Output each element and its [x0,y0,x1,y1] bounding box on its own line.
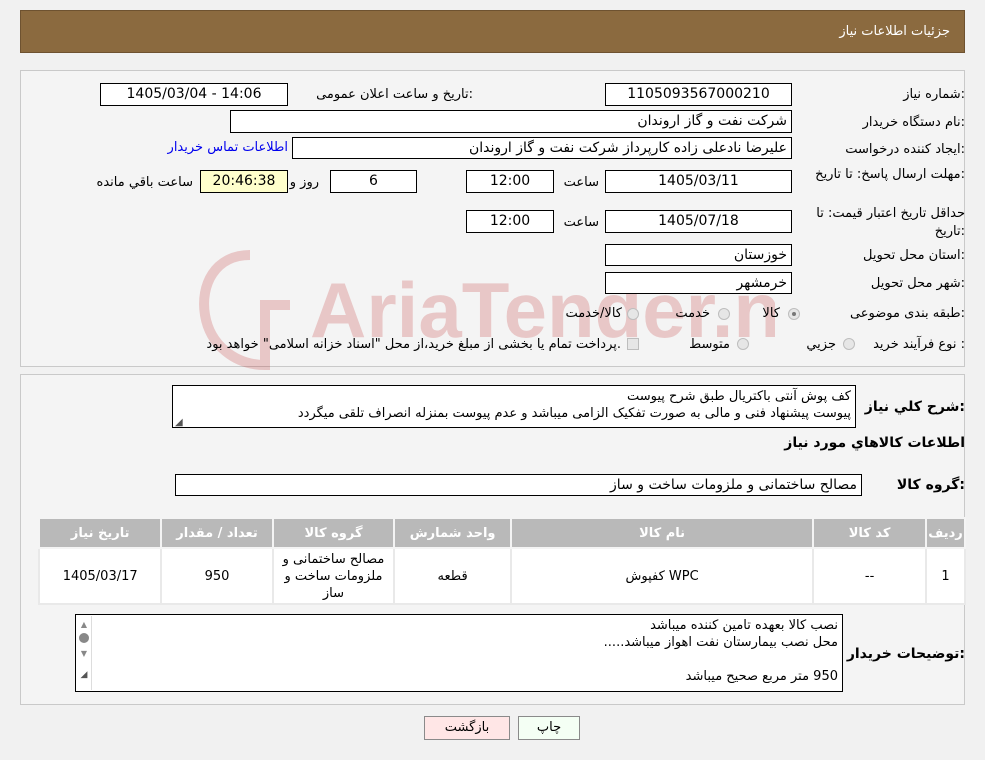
category-service-radio[interactable] [718,308,730,320]
need-number-label: شماره نیاز: [903,87,965,102]
announce-datetime-label: تاریخ و ساعت اعلان عمومی: [316,87,473,102]
buyer-notes-scrollbar[interactable]: ▲ ▼ ◢ [77,616,92,690]
col-need-date: تاريخ نياز [37,517,163,549]
days-remaining-field: 6 [330,170,417,193]
category-goods-service-label: کالا/خدمت [565,306,622,321]
col-goods-code: كد كالا [812,517,927,549]
cell-quantity: 950 [160,547,274,605]
resize-grip-icon[interactable]: ◢ [175,417,183,428]
deadline-label: مهلت ارسال پاسخ: تا تاریخ: [815,167,965,182]
buyer-notes-textarea: نصب کالا بعهده تامین کننده میباشد محل نص… [75,614,843,692]
scroll-thumb[interactable] [79,633,89,643]
treasury-payment-checkbox[interactable] [627,338,639,350]
creator-label: ایجاد کننده درخواست: [845,142,965,157]
buyer-notes-line: محل نصب بیمارستان نفت اهواز میباشد..... [603,635,838,650]
col-unit: واحد شمارش [393,517,512,549]
summary-label: شرح كلي نياز: [864,399,965,415]
city-label: شهر محل تحویل: [870,276,965,291]
buyer-notes-line: نصب کالا بعهده تامین کننده میباشد [650,618,838,633]
province-label: استان محل تحویل: [863,248,965,263]
goods-section-title: اطلاعات كالاهاي مورد نياز [784,435,965,451]
resize-grip-icon[interactable]: ◢ [77,670,91,680]
cell-goods-name: کفپوش WPC [509,547,815,605]
print-button[interactable]: چاپ [518,716,580,740]
cell-goods-group: مصالح ساختمانی و ملزومات ساخت و ساز [271,547,396,605]
col-goods-group: گروه كالا [271,517,396,549]
goods-group-field: مصالح ساختمانی و ملزومات ساخت و ساز [175,474,862,496]
process-medium-label: متوسط [689,337,730,352]
price-validity-time-label: ساعت [563,215,599,230]
goods-group-label: گروه كالا: [896,477,965,493]
buyer-contact-link[interactable]: اطلاعات تماس خریدار [168,140,288,155]
col-row: رديف [924,517,967,549]
days-label: روز و [289,175,319,190]
buyer-notes-line [96,651,838,668]
back-button[interactable]: بازگشت [424,716,510,740]
price-validity-label: حداقل تاریخ اعتبار قیمت: تا تاریخ: [816,206,965,239]
category-label: طبقه بندی موضوعی: [849,306,965,321]
time-remaining-label: ساعت باقي مانده [96,175,193,190]
scroll-up-icon[interactable]: ▲ [77,620,91,629]
summary-line: پیوست پیشنهاد فنی و مالی به صورت تفکیک ا… [297,406,851,421]
goods-table-header: تاريخ نياز تعداد / مقدار گروه كالا واحد … [37,517,967,549]
page-header: جزئیات اطلاعات نیاز [20,10,965,53]
summary-textarea: کف پوش آنتی باکتریال طبق شرح پیوست پیوست… [172,385,856,428]
goods-table: تاريخ نياز تعداد / مقدار گروه كالا واحد … [37,517,967,605]
treasury-payment-note: پرداخت تمام یا بخشی از مبلغ خرید،از محل … [206,337,621,352]
deadline-time-label: ساعت [563,175,599,190]
deadline-date-field: 1405/03/11 [605,170,792,193]
buyer-notes-line: 950 متر مربع صحیح میباشد [685,669,838,684]
buyer-org-label: نام دستگاه خریدار: [862,115,965,130]
process-minor-label: جزيي [806,337,836,352]
province-field: خوزستان [605,244,792,266]
creator-field: علیرضا نادعلی زاده کارپرداز شرکت نفت و گ… [292,137,792,159]
table-row: 1405/03/17 950 مصالح ساختمانی و ملزومات … [37,547,967,605]
scroll-down-icon[interactable]: ▼ [77,649,91,658]
process-type-label: نوع فرآیند خرید : [873,337,965,352]
price-validity-time-field: 12:00 [466,210,554,233]
process-medium-radio[interactable] [737,338,749,350]
category-goods-label: کالا [762,306,780,321]
category-goods-service-radio[interactable] [627,308,639,320]
col-quantity: تعداد / مقدار [160,517,274,549]
deadline-time-field: 12:00 [466,170,554,193]
page-title: جزئیات اطلاعات نیاز [839,24,950,39]
category-service-label: خدمت [675,306,710,321]
city-field: خرمشهر [605,272,792,294]
buyer-notes-label: توضيحات خريدار: [846,646,965,662]
summary-line: کف پوش آنتی باکتریال طبق شرح پیوست [626,389,851,404]
buyer-org-field: شرکت نفت و گاز اروندان [230,110,792,133]
cell-need-date: 1405/03/17 [37,547,163,605]
category-goods-radio[interactable] [788,308,800,320]
need-number-field: 1105093567000210 [605,83,792,106]
price-validity-date-field: 1405/07/18 [605,210,792,233]
announce-datetime-field: 1405/03/04 - 14:06 [100,83,288,106]
cell-goods-code: -- [812,547,927,605]
col-goods-name: نام كالا [509,517,815,549]
time-remaining-field: 20:46:38 [200,170,288,193]
cell-unit: قطعه [393,547,512,605]
cell-row-number: 1 [924,547,967,605]
process-minor-radio[interactable] [843,338,855,350]
